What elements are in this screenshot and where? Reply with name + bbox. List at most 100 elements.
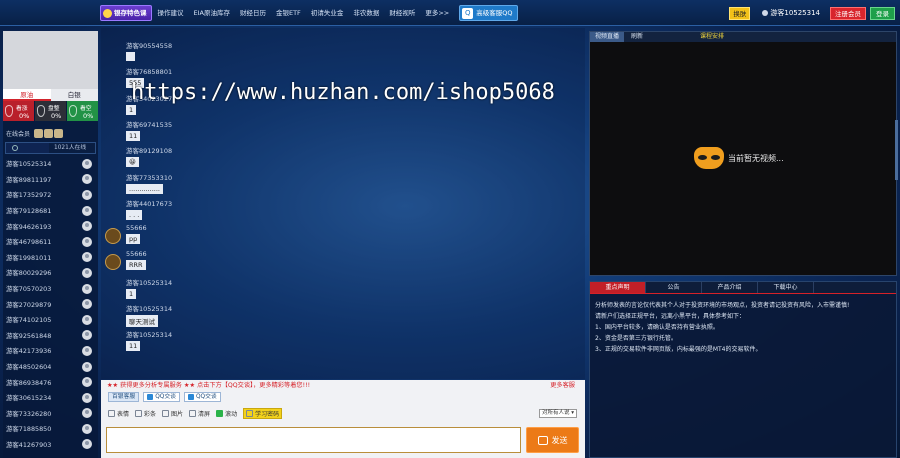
- member-row[interactable]: 游客79128681: [3, 203, 98, 219]
- switch-skin-button[interactable]: 换肤: [729, 6, 751, 20]
- online-count: 1021人在线: [54, 145, 87, 151]
- nav-item-etf[interactable]: 金银ETF: [272, 5, 305, 21]
- message-bubble: pp: [126, 234, 141, 245]
- message-nick[interactable]: 游客76858801: [126, 66, 172, 76]
- service-notice: ★★ 获得更多分析专属服务 ★★ 点击下方【QQ交谈】，更多精彩等着您!!! 更…: [107, 380, 575, 391]
- nav-item-eia[interactable]: EIA原油库存: [190, 5, 234, 21]
- statement-text: 分析师发表的言论仅代表其个人对于投资环境的市场观点，投资者请记投资有风险，入市需…: [595, 302, 850, 353]
- admin-avatar-icon[interactable]: [54, 128, 64, 138]
- scroll-tool[interactable]: 滚动: [216, 409, 237, 418]
- qq-chat-button[interactable]: QQ交谈: [183, 392, 221, 402]
- qq-chat-button[interactable]: QQ交谈: [143, 392, 180, 402]
- member-row[interactable]: 游客92561848: [3, 328, 98, 344]
- message-bubble: ...............: [126, 183, 163, 194]
- more-service-link[interactable]: 更多客服: [550, 380, 575, 391]
- member-row[interactable]: 游客41267903: [3, 437, 98, 453]
- nav-item-calendar[interactable]: 财经日历: [236, 5, 270, 21]
- message-input[interactable]: [106, 427, 521, 453]
- member-row[interactable]: 游客48502604: [3, 359, 98, 375]
- qq-service-button[interactable]: Q 高级客服QQ: [459, 5, 519, 21]
- vip-avatar-icon[interactable]: [105, 228, 121, 245]
- chat-panel: 游客90554558 游客76858801 555 游客34023027 1 游客6974…: [101, 28, 585, 379]
- message-nick[interactable]: 游客77353310: [126, 172, 172, 182]
- message-nick[interactable]: 55666: [126, 224, 147, 232]
- nav-item-video[interactable]: 财经视听: [385, 5, 419, 21]
- chat-message: 游客69741535 11: [126, 119, 172, 141]
- admin-avatar-icon[interactable]: [44, 128, 54, 138]
- tab-announcement[interactable]: 公告: [646, 282, 702, 293]
- emoji-tool[interactable]: 表情: [108, 409, 129, 418]
- message-nick[interactable]: 游客89129108: [126, 145, 172, 155]
- message-nick[interactable]: 游客10525314: [126, 277, 172, 287]
- trash-icon: [189, 410, 197, 417]
- member-row[interactable]: 游客89811197: [3, 172, 98, 188]
- message-nick[interactable]: 游客69741535: [126, 119, 172, 129]
- tab-silver[interactable]: 白银: [51, 89, 99, 101]
- nav-item-jobless[interactable]: 初请失业金: [307, 5, 348, 21]
- clear-tool[interactable]: 清屏: [189, 409, 210, 418]
- top-bar: 银存特色课 操作建议 EIA原油库存 财经日历 金银ETF 初请失业金 非农数据…: [0, 0, 900, 26]
- service-row: 百银客服 QQ交谈 QQ交谈: [101, 391, 585, 403]
- recipient-select[interactable]: 对所有人说 ▾: [538, 409, 577, 418]
- color-bar-tool[interactable]: 彩条: [135, 409, 156, 418]
- user-avatar-icon: [82, 158, 92, 169]
- member-row[interactable]: 游客19981011: [3, 250, 98, 266]
- tab-downloads[interactable]: 下载中心: [758, 282, 814, 293]
- member-row[interactable]: 游客30615234: [3, 390, 98, 406]
- tab-live[interactable]: 视频直播: [590, 32, 625, 42]
- neutral-box[interactable]: 盘整 0%: [35, 101, 66, 121]
- user-icon: [762, 10, 769, 16]
- member-search: 1021人在线: [5, 142, 96, 154]
- member-row[interactable]: 游客80029296: [3, 265, 98, 281]
- message-nick[interactable]: 55666: [126, 250, 147, 258]
- nav-item-more[interactable]: 更多>>: [421, 5, 453, 21]
- member-row[interactable]: 游客10525314: [3, 156, 98, 172]
- user-avatar-icon: [82, 423, 92, 434]
- message-bubble: 11: [126, 130, 141, 141]
- nav-item-operation-advice[interactable]: 操作建议: [154, 5, 188, 21]
- member-row[interactable]: 游客71885850: [3, 421, 98, 437]
- message-bubble: 11: [126, 341, 141, 352]
- member-row[interactable]: 游客17352972: [3, 187, 98, 203]
- info-panel: 重点声明 公告 产品介绍 下载中心 分析师发表的言论仅代表其个人对于投资环境的市…: [589, 281, 897, 458]
- silver-service-button[interactable]: 百银客服: [108, 392, 140, 402]
- tab-crude-oil[interactable]: 原油: [3, 89, 51, 101]
- member-row[interactable]: 游客27029879: [3, 296, 98, 312]
- message-bubble: 1: [126, 104, 137, 115]
- image-tool[interactable]: 图片: [162, 409, 183, 418]
- tab-course-schedule[interactable]: 课程安排: [695, 32, 729, 42]
- member-row[interactable]: 游客73326280: [3, 406, 98, 422]
- member-row[interactable]: 游客70570203: [3, 281, 98, 297]
- scrollbar[interactable]: [895, 120, 898, 180]
- user-avatar-icon: [82, 330, 92, 341]
- search-icon: [12, 145, 18, 151]
- message-nick[interactable]: 游客10525314: [126, 303, 172, 313]
- user-avatar-icon: [82, 345, 92, 356]
- vip-avatar-icon[interactable]: [105, 254, 121, 271]
- member-row[interactable]: 游客86938476: [3, 374, 98, 390]
- admin-avatar-icon[interactable]: [34, 128, 44, 138]
- member-row[interactable]: 游客42173936: [3, 343, 98, 359]
- bullish-box[interactable]: 看涨 0%: [3, 101, 34, 121]
- register-button[interactable]: 注册会员: [830, 6, 866, 20]
- message-nick[interactable]: 游客90554558: [126, 40, 172, 50]
- login-button[interactable]: 登录: [870, 6, 895, 20]
- message-nick[interactable]: 游客10525314: [126, 329, 172, 339]
- watermark-text: https://www.huzhan.com/ishop5068: [131, 80, 555, 105]
- bearish-box[interactable]: 看空 0%: [67, 101, 98, 121]
- chat-message: 游客10525314 11: [126, 329, 172, 352]
- mask-icon: [694, 147, 724, 169]
- scroll-icon: [216, 410, 224, 417]
- user-avatar-icon: [82, 236, 92, 247]
- send-button[interactable]: 发送: [526, 427, 579, 453]
- tab-refresh[interactable]: 刷新: [626, 32, 648, 42]
- tab-statement[interactable]: 重点声明: [590, 282, 646, 293]
- member-row[interactable]: 游客94626193: [3, 218, 98, 234]
- study-password-button[interactable]: 学习密码: [243, 408, 283, 419]
- message-nick[interactable]: 游客44017673: [126, 198, 172, 208]
- tab-products[interactable]: 产品介绍: [702, 282, 758, 293]
- member-row[interactable]: 游客46798611: [3, 234, 98, 250]
- nav-item-nonfarm[interactable]: 非农数据: [349, 5, 383, 21]
- nav-item-silver-course[interactable]: 银存特色课: [100, 5, 152, 21]
- member-row[interactable]: 游客74102105: [3, 312, 98, 328]
